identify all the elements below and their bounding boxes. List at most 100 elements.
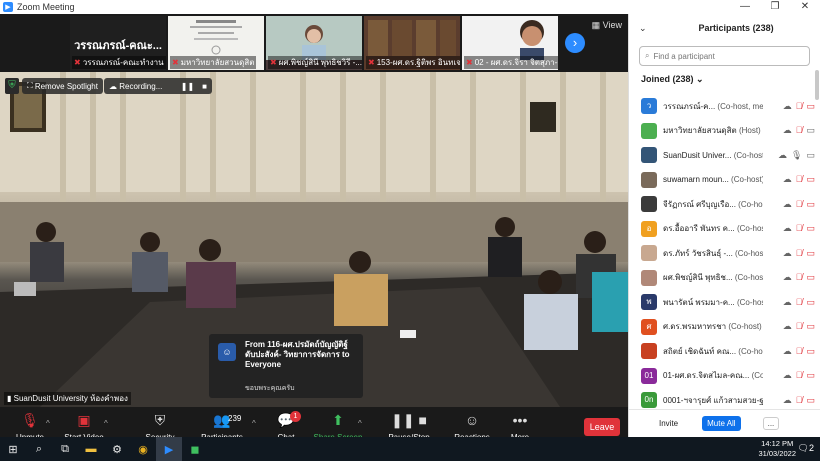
tile-label: ✖02 - ผศ.ดร.จิรา จิตสุภา-คณ... bbox=[464, 56, 558, 69]
mic-muted-icon[interactable]: 🎙̸ bbox=[796, 370, 803, 381]
video-off-icon[interactable]: ▭ bbox=[806, 321, 815, 332]
gallery-next-icon[interactable]: › bbox=[565, 33, 585, 53]
invite-button[interactable]: Invite bbox=[659, 419, 678, 428]
cloud-icon: ☁ bbox=[778, 149, 788, 160]
chat-notification[interactable]: ☺ From 116-ผศ.ปรมัตถ์บัญญัติฐ์ ดับปะสังค… bbox=[209, 334, 363, 398]
panel-scrollbar[interactable] bbox=[815, 70, 819, 100]
windows-taskbar: ⊞ ⌕ ⧉ ▬ ⚙ ◉ ▶ ◼ 14:12 PM 31/03/2022 🗨2 bbox=[0, 437, 820, 461]
video-off-icon[interactable]: ▭ bbox=[806, 346, 815, 357]
participant-row[interactable]: ผศ.พิชญ์สินี พุทธิช... (Co-host) ☁ 🎙̸▭ bbox=[629, 266, 815, 291]
participant-list: ววรรณภรณ์-ค... (Co-host, me) ☁ 🎙̸ ▭ มหาวิทยา… bbox=[629, 94, 815, 413]
mic-muted-icon[interactable]: 🎙̸ bbox=[796, 248, 803, 259]
window-controls: — ❐ ✕ bbox=[730, 0, 820, 14]
close-button[interactable]: ✕ bbox=[790, 0, 820, 14]
video-icon[interactable]: ▭ bbox=[806, 125, 815, 136]
participants-panel: ⌄ Participants (238) ⌕ Joined (238) ⌄ วว… bbox=[628, 14, 820, 437]
shield-icon: ⛨ bbox=[154, 412, 166, 428]
participant-row[interactable]: พ พนารัตน์ พรมมา-ค... (Co-host) ☁ 🎙̸▭ bbox=[629, 290, 815, 315]
control-panel-icon[interactable]: ⚙ bbox=[104, 437, 130, 461]
mic-muted-icon[interactable]: 🎙̸ bbox=[796, 125, 803, 136]
mic-icon[interactable]: 🎙 bbox=[791, 150, 802, 161]
maximize-button[interactable]: ❐ bbox=[760, 0, 790, 14]
mic-muted-icon[interactable]: 🎙̸ bbox=[796, 174, 803, 185]
gallery-tile[interactable]: ✖ 153-ผศ.ดร.ฐิติพร อินทเจ... bbox=[364, 16, 460, 70]
mic-muted-icon[interactable]: 🎙̸ bbox=[796, 395, 803, 406]
security-shield-icon[interactable]: ⛨ bbox=[5, 78, 19, 94]
tile-label: ✖ มหาวิทยาลัยสวนดุสิต bbox=[170, 56, 257, 69]
participant-status-icons: ☁ 🎙̸ ▭ bbox=[783, 199, 815, 210]
chat-message: ขอบพระคุณครับ bbox=[245, 385, 295, 392]
audio-options-chevron-icon[interactable]: ^ bbox=[46, 419, 50, 428]
cloud-icon: ☁ bbox=[782, 247, 792, 258]
mic-muted-icon[interactable]: 🎙̸ bbox=[796, 321, 803, 332]
video-icon[interactable]: ▭ bbox=[806, 150, 815, 161]
gallery-tile[interactable]: วรรณภรณ์-คณะ... ✖ วรรณภรณ์-คณะทำงาน bbox=[70, 16, 166, 70]
signal-icon: ▮ bbox=[7, 394, 14, 403]
participant-row[interactable]: ดร.ภัทร์ วัชรสินธุ์ -... (Co-host) ☁ 🎙̸▭ bbox=[629, 241, 815, 266]
participant-name: 0001-ฯจารุยศ์ แก้วสามสวย-ฐมน่า... bbox=[663, 395, 763, 405]
stop-recording-icon[interactable]: ■ bbox=[202, 82, 207, 91]
zoom-app-icon[interactable]: ▶ bbox=[156, 437, 182, 461]
task-view-icon[interactable]: ⧉ bbox=[52, 437, 78, 461]
mic-muted-icon: ✖ bbox=[270, 58, 277, 67]
video-off-icon[interactable]: ▭ bbox=[806, 223, 815, 234]
mute-all-button[interactable]: Mute All bbox=[702, 416, 741, 431]
video-off-icon[interactable]: ▭ bbox=[806, 370, 815, 381]
video-options-chevron-icon[interactable]: ^ bbox=[104, 419, 108, 428]
cloud-icon: ☁ bbox=[782, 174, 792, 185]
leave-button[interactable]: Leave bbox=[584, 418, 620, 436]
participant-avatar bbox=[641, 147, 657, 164]
remove-spotlight-button[interactable]: ⛶ Remove Spotlight bbox=[22, 78, 103, 94]
joined-section-header[interactable]: Joined (238) ⌄ bbox=[641, 74, 820, 85]
participant-status-icons: ☁ 🎙̸ ▭ bbox=[783, 346, 815, 357]
mic-muted-icon[interactable]: 🎙̸ bbox=[796, 223, 803, 234]
participant-row[interactable]: ว วรรณภรณ์-ค... (Co-host, me) ☁ 🎙̸ ▭ bbox=[629, 94, 815, 119]
video-off-icon[interactable]: ▭ bbox=[806, 101, 815, 112]
mic-muted-icon[interactable]: 🎙̸ bbox=[796, 199, 803, 210]
video-off-icon[interactable]: ▭ bbox=[806, 174, 815, 185]
file-explorer-icon[interactable]: ▬ bbox=[78, 437, 104, 461]
cloud-recording-icon: ☁ bbox=[109, 81, 120, 91]
view-button[interactable]: ▦ View bbox=[592, 20, 622, 31]
mic-muted-icon[interactable]: 🎙̸ bbox=[796, 346, 803, 357]
notifications-icon[interactable]: 🗨2 bbox=[798, 443, 814, 454]
video-off-icon[interactable]: ▭ bbox=[806, 248, 815, 259]
start-windows-icon[interactable]: ⊞ bbox=[0, 437, 26, 461]
participant-row[interactable]: 01 01-ผศ.ดร.จิตสไมล-คณ... (Co-host) ☁ 🎙̸▭ bbox=[629, 364, 815, 389]
chrome-icon[interactable]: ◉ bbox=[130, 437, 156, 461]
gallery-tile[interactable]: ✖02 - ผศ.ดร.จิรา จิตสุภา-คณ... bbox=[462, 16, 558, 70]
share-options-chevron-icon[interactable]: ^ bbox=[358, 419, 362, 428]
mic-muted-icon[interactable]: 🎙̸ bbox=[796, 101, 803, 112]
participant-name: สถิตย์ เชิดฉันท์ คณ... (Co-host) bbox=[663, 346, 763, 356]
video-off-icon[interactable]: ▭ bbox=[806, 297, 815, 308]
participant-name: 01-ผศ.ดร.จิตสไมล-คณ... (Co-host) bbox=[663, 371, 763, 381]
video-off-icon[interactable]: ▭ bbox=[806, 395, 815, 406]
participant-row[interactable]: suwamarn moun... (Co-host) ☁ 🎙̸ ▭ bbox=[629, 168, 815, 193]
mic-muted-icon[interactable]: 🎙̸ bbox=[796, 297, 803, 308]
participant-row[interactable]: ศ ศ.ดร.พรมหาทรชา (Co-host) ☁ 🎙̸ ▭ bbox=[629, 315, 815, 340]
cloud-icon: ☁ bbox=[782, 272, 792, 283]
pause-recording-icon[interactable]: ❚❚ bbox=[181, 82, 194, 91]
participant-name: ดร.ภัทร์ วัชรสินธุ์ -... (Co-host) bbox=[663, 248, 763, 258]
participant-row[interactable]: มหาวิทยาลัยสวนดุสิต (Host) ☁ 🎙̸ ▭ bbox=[629, 119, 815, 144]
panel-more-button[interactable]: ... bbox=[762, 417, 780, 430]
search-icon[interactable]: ⌕ bbox=[26, 437, 52, 461]
line-app-icon[interactable]: ◼ bbox=[182, 437, 208, 461]
video-off-icon[interactable]: ▭ bbox=[806, 199, 815, 210]
participant-search[interactable]: ⌕ bbox=[639, 46, 810, 66]
participant-row[interactable]: สถิตย์ เชิดฉันท์ คณ... (Co-host) ☁ 🎙̸▭ bbox=[629, 339, 815, 364]
gallery-tile[interactable]: ✖ ผศ.พิชญ์สินี พุทธิชวิรี -... bbox=[266, 16, 362, 70]
minimize-button[interactable]: — bbox=[730, 0, 760, 14]
panel-header: ⌄ Participants (238) bbox=[629, 14, 820, 42]
search-input[interactable] bbox=[653, 51, 794, 61]
video-off-icon[interactable]: ▭ bbox=[806, 272, 815, 283]
participant-row[interactable]: อ ดร.อื้ออารี พันทร ค... (Co-host) ☁ 🎙̸▭ bbox=[629, 217, 815, 242]
collapse-chevron-icon[interactable]: ⌄ bbox=[639, 23, 647, 34]
panel-title: Participants (238) bbox=[698, 23, 774, 33]
participant-status-icons: ☁ 🎙̸ ▭ bbox=[783, 395, 815, 406]
system-clock[interactable]: 14:12 PM 31/03/2022 bbox=[758, 439, 796, 459]
participant-row[interactable]: จีรัฏกรณ์ ศรีบุญเรือ... (Co-host) ☁ 🎙̸▭ bbox=[629, 192, 815, 217]
mic-muted-icon[interactable]: 🎙̸ bbox=[796, 272, 803, 283]
participant-row[interactable]: SuanDusit Univer... (Co-host) ☁🎙 ▭ bbox=[629, 143, 815, 168]
gallery-tile[interactable]: ✖ มหาวิทยาลัยสวนดุสิต bbox=[168, 16, 264, 70]
